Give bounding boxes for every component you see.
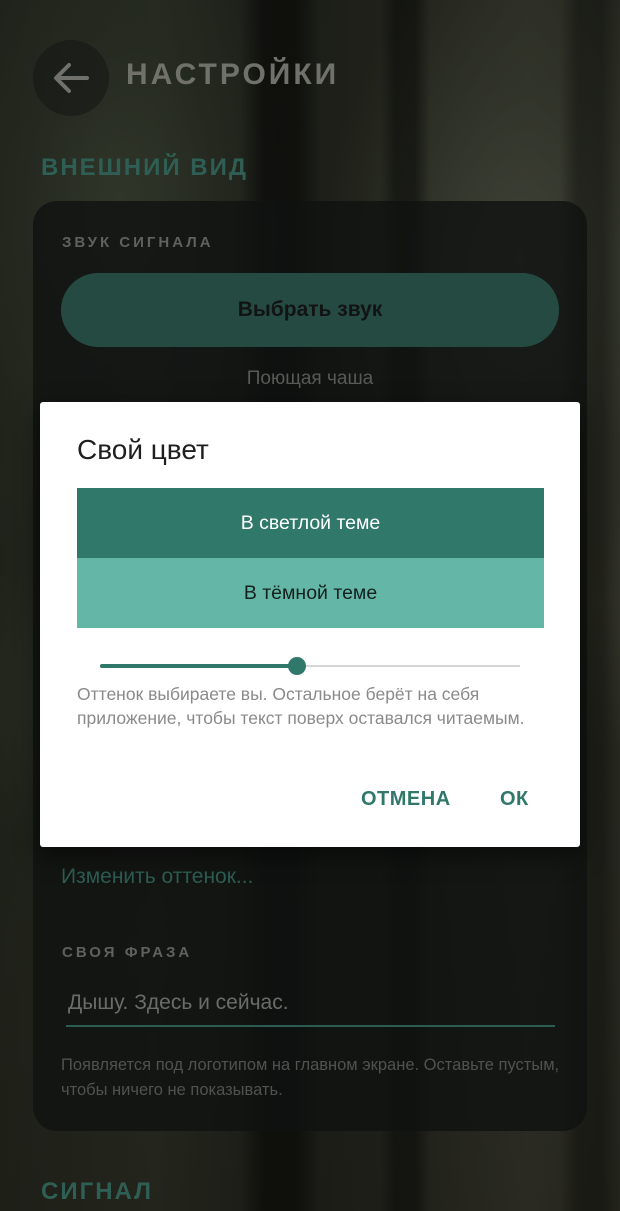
change-hue-link[interactable]: Изменить оттенок...	[61, 865, 253, 889]
dialog-hint: Оттенок выбираете вы. Остальное берёт на…	[77, 684, 525, 728]
back-button[interactable]	[33, 40, 109, 116]
pick-sound-button[interactable]: Выбрать звук	[61, 273, 559, 347]
custom-color-dialog: Свой цвет В светлой теме В тёмной теме О…	[40, 402, 580, 847]
cancel-button[interactable]: ОТМЕНА	[361, 788, 451, 811]
slider-thumb[interactable]	[288, 657, 306, 675]
page-title: НАСТРОЙКИ	[126, 58, 340, 91]
phrase-label: СВОЯ ФРАЗА	[62, 944, 193, 961]
current-sound-name: Поющая чаша	[246, 368, 374, 389]
dark-theme-preview: В тёмной теме	[77, 558, 544, 628]
dialog-title: Свой цвет	[77, 434, 209, 465]
light-theme-preview: В светлой теме	[77, 488, 544, 558]
slider-fill	[100, 664, 297, 668]
ok-button[interactable]: ОК	[500, 788, 529, 811]
phrase-hint: Появляется под логотипом на главном экра…	[61, 1056, 560, 1099]
section-title-appearance: ВНЕШНИЙ ВИД	[41, 154, 248, 181]
arrow-left-icon	[54, 63, 89, 93]
sound-label: ЗВУК СИГНАЛА	[62, 234, 214, 251]
phrase-input[interactable]: Дышу. Здесь и сейчас.	[66, 991, 555, 1027]
section-title-signal: СИГНАЛ	[41, 1178, 153, 1205]
hue-slider[interactable]	[100, 656, 520, 676]
